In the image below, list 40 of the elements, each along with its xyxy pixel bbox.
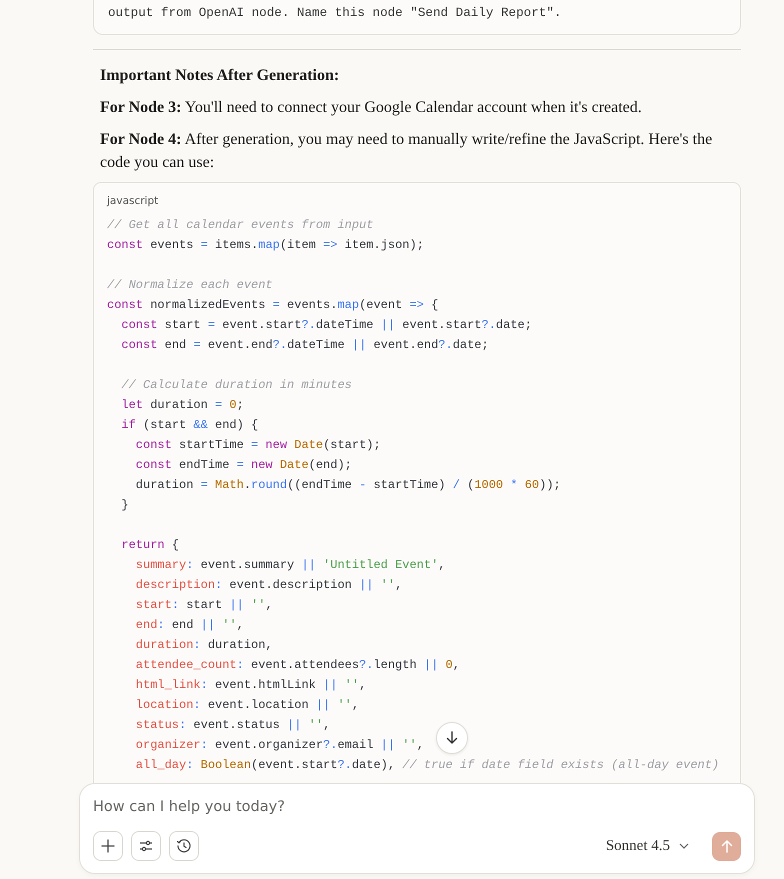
code-line: summary: event.summary || 'Untitled Event', bbox=[134, 557, 446, 574]
plus-icon bbox=[101, 839, 115, 853]
code-line: const events = items.map(item => item.json); bbox=[107, 237, 424, 254]
code-line: description: event.description || '', bbox=[134, 577, 402, 594]
code-line: output from OpenAI node. Name this node "Send Daily Report". bbox=[108, 5, 562, 22]
code-line: duration = Math.round((endTime - startTime) / (1000 * 60)); bbox=[134, 477, 561, 494]
code-line: const end = event.end?.dateTime || event.end?.date; bbox=[120, 337, 489, 354]
code-line: return { bbox=[120, 537, 180, 554]
clock-icon bbox=[176, 838, 192, 854]
sliders-icon bbox=[139, 839, 153, 853]
code-line: start: start || '', bbox=[134, 597, 273, 614]
arrow-down-icon bbox=[445, 731, 459, 745]
arrow-up-icon bbox=[720, 839, 734, 853]
code-line: // Get all calendar events from input bbox=[107, 217, 374, 234]
code-line: // Calculate duration in minutes bbox=[120, 377, 352, 394]
add-button[interactable] bbox=[93, 831, 123, 861]
code-line: let duration = 0; bbox=[120, 397, 244, 414]
code-line: // Normalize each event bbox=[107, 277, 273, 294]
history-button[interactable] bbox=[169, 831, 199, 861]
code-line: html_link: event.htmlLink || '', bbox=[134, 677, 366, 694]
tools-button[interactable] bbox=[131, 831, 161, 861]
language-label: javascript bbox=[107, 195, 160, 207]
message-input[interactable]: How can I help you today? bbox=[93, 796, 741, 818]
note-paragraph: For Node 4: After generation, you may need to manually write/refine the JavaScript. Here's the code you can use: bbox=[100, 130, 714, 173]
code-line: attendee_count: event.attendees?.length || 0, bbox=[134, 657, 460, 674]
code-line: } bbox=[120, 497, 129, 514]
code-line: status: event.status || '', bbox=[134, 717, 330, 734]
code-line: if (start && end) { bbox=[120, 417, 258, 434]
code-line: const normalizedEvents = events.map(event => { bbox=[107, 297, 438, 314]
model-selector[interactable]: Sonnet 4.5 bbox=[606, 838, 690, 854]
note-paragraph: For Node 3: You'll need to connect your Google Calendar account when it's created. bbox=[100, 98, 643, 118]
code-line: location: event.location || '', bbox=[134, 697, 360, 714]
notes-heading: Important Notes After Generation: bbox=[100, 66, 340, 86]
code-line: end: end || '', bbox=[134, 617, 244, 634]
code-line: const startTime = new Date(start); bbox=[134, 437, 381, 454]
code-line: all_day: Boolean(event.start?.date), // true if date field exists (all-day event) bbox=[134, 757, 720, 774]
code-line: duration: duration, bbox=[134, 637, 273, 654]
code-line: const start = event.start?.dateTime || event.start?.date; bbox=[120, 317, 532, 334]
code-line: const endTime = new Date(end); bbox=[134, 457, 352, 474]
code-line: organizer: event.organizer?.email || '', bbox=[134, 737, 424, 754]
